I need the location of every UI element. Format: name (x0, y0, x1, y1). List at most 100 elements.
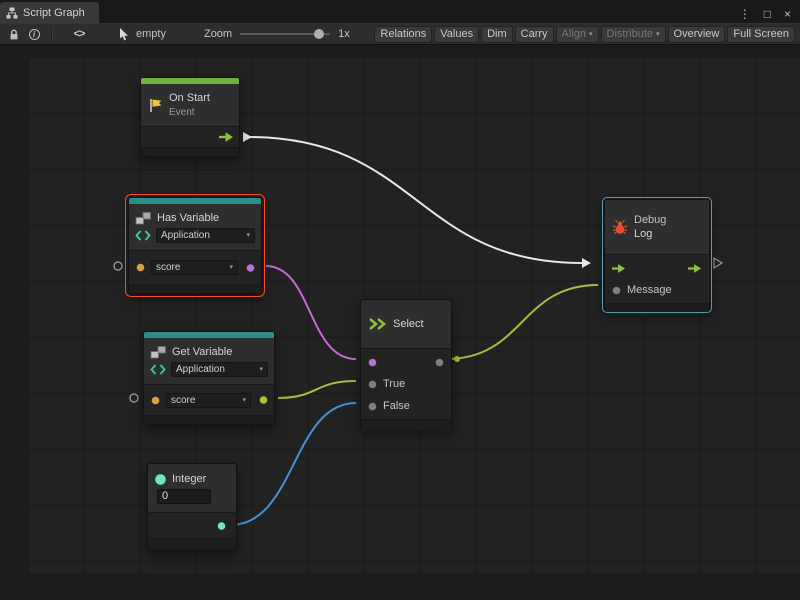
node-select[interactable]: Select True False (360, 299, 452, 429)
wire-select-to-debug-message[interactable] (446, 285, 598, 359)
zoom-slider[interactable] (240, 27, 330, 41)
node-integer[interactable]: Integer 0 (147, 463, 237, 551)
cursor-icon (119, 28, 130, 41)
info-icon: i (29, 29, 40, 40)
code-preview-button[interactable]: <> (69, 25, 89, 43)
node-footer (605, 303, 709, 315)
scope-value: Application (161, 230, 210, 241)
flow-input-port[interactable] (612, 263, 626, 274)
scope-dropdown[interactable]: Application ▾ (171, 362, 268, 377)
unconnected-input-indicator (114, 262, 122, 270)
unconnected-output-indicator (714, 258, 722, 268)
node-footer (361, 419, 451, 431)
wire-has-variable-to-select[interactable] (266, 266, 356, 359)
port-label-false: False (383, 400, 410, 412)
node-debug-log[interactable]: Debug Log M (604, 199, 710, 311)
code-chevrons-icon (135, 230, 151, 241)
variable-name-dropdown[interactable]: score ▾ (166, 393, 251, 408)
align-button[interactable]: Align ▾ (556, 26, 599, 43)
lock-icon (8, 28, 20, 41)
value-output-port[interactable] (259, 396, 268, 405)
graph-canvas[interactable]: On Start Event Has Variable (0, 45, 800, 600)
node-title: Select (393, 318, 424, 330)
code-chevrons-icon (150, 364, 166, 375)
integer-value-field[interactable]: 0 (157, 489, 211, 504)
variable-name-dropdown[interactable]: score ▾ (151, 260, 238, 275)
selection-output-port[interactable] (435, 358, 444, 367)
flow-arrow-icon (688, 263, 702, 274)
select-arrows-icon (368, 317, 387, 331)
graph-breadcrumb[interactable]: empty (119, 28, 166, 41)
zoom-label: Zoom (204, 28, 232, 40)
window-tab-bar: Script Graph ⋮ □ × (0, 0, 800, 23)
bool-output-port[interactable] (246, 263, 255, 272)
node-footer (148, 538, 236, 550)
distribute-button[interactable]: Distribute ▾ (601, 26, 666, 43)
message-input-port[interactable] (612, 286, 621, 295)
true-input-port[interactable] (368, 380, 377, 389)
chevron-down-icon: ▾ (656, 31, 660, 38)
flow-output-port[interactable] (219, 132, 234, 143)
carry-button[interactable]: Carry (515, 26, 554, 43)
flow-arrow-icon (612, 263, 626, 274)
graph-toolbar: i <> empty Zoom 1x Relations Values Dim … (0, 23, 800, 45)
maximize-icon[interactable]: □ (764, 8, 771, 20)
window-controls: ⋮ □ × (739, 8, 800, 23)
values-button[interactable]: Values (434, 26, 479, 43)
node-title: Get Variable (172, 346, 232, 358)
name-input-port[interactable] (136, 263, 145, 272)
graph-name-label: empty (136, 28, 166, 40)
wire-arrow-icon (582, 258, 591, 268)
node-footer (141, 147, 239, 156)
flag-icon (148, 98, 163, 113)
chevron-down-icon: ▾ (259, 366, 263, 373)
port-label-message: Message (627, 284, 672, 296)
node-title: Has Variable (157, 212, 219, 224)
toolbar-separator (51, 28, 52, 41)
unconnected-input-indicator (130, 394, 138, 402)
flow-output-port[interactable] (688, 263, 702, 274)
integer-output-port[interactable] (217, 521, 226, 530)
node-subtitle: Log (634, 227, 666, 241)
node-footer (129, 284, 261, 293)
name-input-port[interactable] (151, 396, 160, 405)
scope-value: Application (176, 364, 225, 375)
wire-on-start-to-debug-log[interactable] (248, 137, 582, 263)
relations-button[interactable]: Relations (374, 26, 432, 43)
port-label-true: True (383, 378, 405, 390)
variable-boxes-icon (150, 346, 167, 359)
menu-icon[interactable]: ⋮ (739, 8, 751, 20)
node-get-variable[interactable]: Get Variable Application ▾ score (143, 331, 275, 425)
node-has-variable[interactable]: Has Variable Application ▾ score (128, 197, 262, 294)
close-icon[interactable]: × (784, 8, 791, 20)
condition-input-port[interactable] (368, 358, 377, 367)
scope-dropdown[interactable]: Application ▾ (156, 228, 255, 243)
wire-endpoint-dot (454, 356, 460, 362)
node-title: Integer (172, 473, 206, 485)
node-title: Debug (634, 213, 666, 227)
wire-arrow-icon (243, 132, 252, 142)
full-screen-button[interactable]: Full Screen (727, 26, 795, 43)
overview-button[interactable]: Overview (668, 26, 726, 43)
node-on-start[interactable]: On Start Event (140, 77, 240, 157)
tab-script-graph[interactable]: Script Graph (0, 2, 99, 23)
toolbar-buttons: Relations Values Dim Carry Align ▾ Distr… (374, 26, 796, 43)
zoom-value: 1x (338, 28, 350, 40)
node-subtitle: Event (169, 106, 210, 119)
graph-icon (6, 7, 18, 19)
chevron-down-icon: ▾ (589, 31, 593, 38)
wire-get-variable-to-select-true[interactable] (278, 381, 356, 398)
node-title: On Start (169, 91, 210, 105)
inspect-button[interactable]: i (24, 25, 44, 43)
chevron-down-icon: ▾ (229, 264, 233, 271)
chevron-down-icon: ▾ (242, 397, 246, 404)
chevron-down-icon: ▾ (246, 232, 250, 239)
dim-button[interactable]: Dim (481, 26, 513, 43)
zoom-slider-handle[interactable] (314, 29, 324, 39)
variable-name-value: score (156, 262, 180, 273)
false-input-port[interactable] (368, 402, 377, 411)
lock-button[interactable] (4, 25, 24, 43)
variable-name-value: score (171, 395, 195, 406)
variable-boxes-icon (135, 212, 152, 225)
bug-icon (612, 219, 628, 235)
